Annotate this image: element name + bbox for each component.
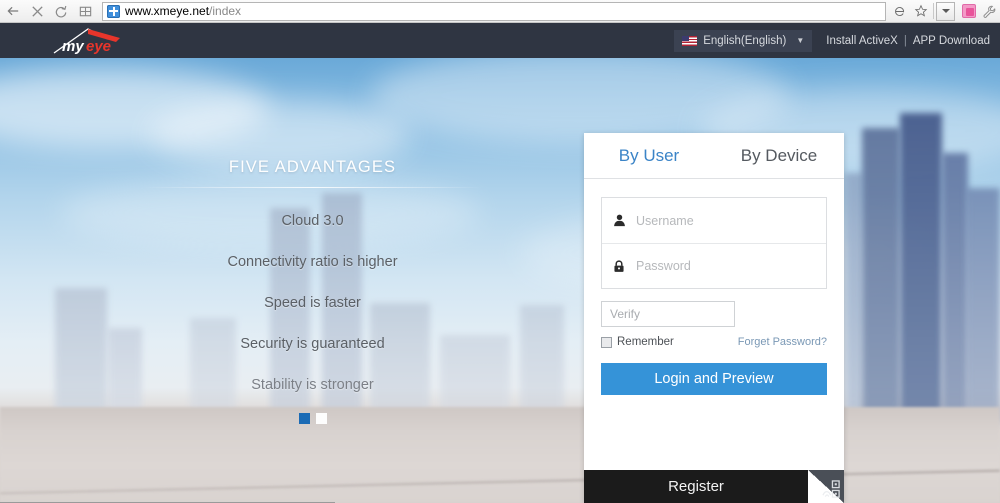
close-x-icon[interactable]: [26, 1, 48, 21]
link-separator: |: [904, 35, 907, 47]
verify-row: Verify: [601, 301, 827, 327]
carousel-dot-2[interactable]: [316, 413, 327, 424]
tab-by-user[interactable]: By User: [584, 133, 714, 178]
toolbar-divider: [933, 3, 934, 19]
wrench-tool-icon[interactable]: [979, 1, 1000, 22]
login-and-preview-button[interactable]: Login and Preview: [601, 363, 827, 395]
lock-padlock-icon: [612, 258, 627, 274]
language-label: English(English): [703, 35, 786, 47]
xmeye-logo[interactable]: my eye: [48, 25, 138, 57]
remember-checkbox[interactable]: [601, 337, 612, 348]
refresh-icon[interactable]: [50, 1, 72, 21]
password-field[interactable]: Password: [602, 243, 826, 288]
tab-by-device[interactable]: By Device: [714, 133, 844, 178]
password-placeholder-text: Password: [636, 259, 691, 273]
login-form: Username Password Verify Remember: [584, 179, 844, 395]
username-field[interactable]: Username: [602, 198, 826, 243]
url-path: /index: [209, 4, 241, 18]
username-placeholder-text: Username: [636, 214, 694, 228]
pink-app-icon[interactable]: [958, 1, 979, 22]
verify-placeholder-text: Verify: [610, 307, 640, 321]
shield-plus-icon: [107, 5, 120, 18]
login-panel: By User By Device Username Password: [584, 133, 844, 503]
install-activex-link[interactable]: Install ActiveX: [826, 35, 898, 47]
carousel-indicator: [0, 413, 625, 424]
remember-label: Remember: [617, 336, 674, 348]
edge-e-icon[interactable]: [889, 1, 910, 22]
dropdown-caret-icon[interactable]: [936, 2, 955, 21]
advantages-panel: FIVE ADVANTAGES Cloud 3.0 Connectivity r…: [120, 158, 505, 393]
url-domain: www.xmeye.net: [125, 4, 209, 18]
advantage-item-2: Connectivity ratio is higher: [120, 254, 505, 270]
header-links: Install ActiveX | APP Download: [826, 35, 990, 47]
credentials-box: Username Password: [601, 197, 827, 289]
page-content: FIVE ADVANTAGES Cloud 3.0 Connectivity r…: [0, 23, 1000, 503]
browser-toolbar: www.xmeye.net /index: [0, 0, 1000, 23]
grid-home-icon[interactable]: [74, 1, 96, 21]
advantage-item-1: Cloud 3.0: [120, 213, 505, 229]
login-options-row: Remember Forget Password?: [601, 336, 827, 348]
advantage-item-4: Security is guaranteed: [120, 336, 505, 352]
login-tabs: By User By Device: [584, 133, 844, 179]
back-arrow-icon[interactable]: [2, 1, 24, 21]
svg-text:my: my: [62, 38, 84, 55]
advantage-item-5: Stability is stronger: [120, 377, 505, 393]
remember-checkbox-group[interactable]: Remember: [601, 336, 674, 348]
app-download-link[interactable]: APP Download: [913, 35, 990, 47]
us-flag-icon: [682, 36, 697, 46]
carousel-dot-1[interactable]: [299, 413, 310, 424]
star-favorite-icon[interactable]: [910, 1, 931, 22]
svg-text:eye: eye: [86, 38, 111, 55]
register-button[interactable]: Register: [584, 470, 808, 503]
qr-corner[interactable]: [808, 470, 844, 503]
chevron-down-icon: ▼: [796, 36, 804, 45]
advantage-item-3: Speed is faster: [120, 295, 505, 311]
verify-input[interactable]: Verify: [601, 301, 735, 327]
title-divider: [143, 187, 483, 188]
header-right-group: English(English) ▼ Install ActiveX | APP…: [674, 23, 990, 58]
qr-code-icon[interactable]: [822, 480, 841, 499]
advantages-title: FIVE ADVANTAGES: [120, 158, 505, 177]
forget-password-link[interactable]: Forget Password?: [738, 336, 827, 348]
address-bar[interactable]: www.xmeye.net /index: [102, 2, 886, 21]
site-header: my eye English(English) ▼ Install Active…: [0, 23, 1000, 58]
user-person-icon: [612, 213, 627, 229]
language-selector[interactable]: English(English) ▼: [674, 30, 812, 52]
